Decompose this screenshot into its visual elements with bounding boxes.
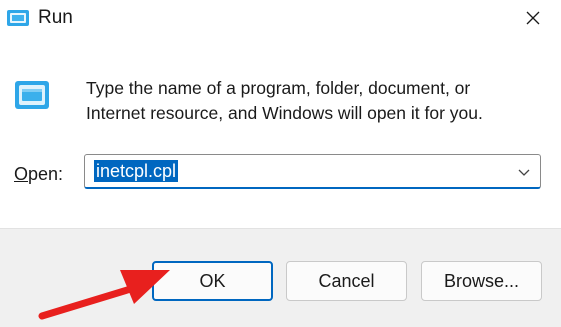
run-icon [7,10,29,26]
open-label: Open: [14,164,63,185]
open-combobox[interactable]: inetcpl.cpl [84,154,541,189]
window-title: Run [38,7,73,28]
cancel-button[interactable]: Cancel [286,261,407,301]
run-program-icon [15,81,49,109]
dialog-description: Type the name of a program, folder, docu… [86,76,546,126]
title-bar: Run [0,0,561,38]
description-line-2: Internet resource, and Windows will open… [86,103,483,123]
open-input-value[interactable]: inetcpl.cpl [94,160,179,182]
close-button[interactable] [513,2,553,34]
dialog-body: Type the name of a program, folder, docu… [0,38,561,228]
annotation-arrow [38,270,170,320]
open-label-accelerator: O [14,164,29,184]
chevron-down-icon[interactable] [516,164,532,180]
close-icon [526,11,540,25]
browse-button[interactable]: Browse... [421,261,542,301]
description-line-1: Type the name of a program, folder, docu… [86,78,471,98]
open-label-text: pen: [28,164,64,184]
